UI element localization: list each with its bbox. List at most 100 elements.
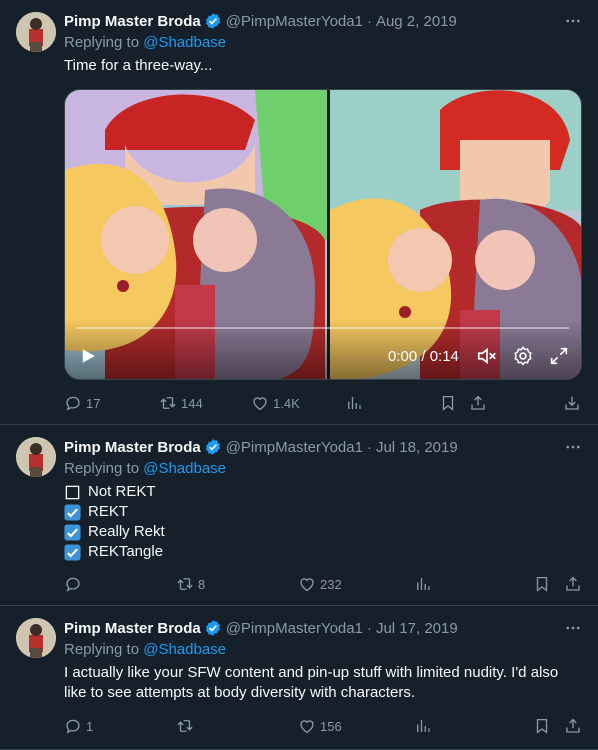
play-icon[interactable] xyxy=(79,347,97,365)
retweet-button[interactable]: 144 xyxy=(159,393,203,413)
reply-icon xyxy=(64,575,82,593)
reply-button[interactable]: 17 xyxy=(64,393,100,413)
reply-button[interactable]: 1 xyxy=(64,716,93,736)
like-button[interactable]: 232 xyxy=(298,574,342,594)
tweet-actions: 17 144 1.4K xyxy=(64,393,588,413)
retweet-count: 144 xyxy=(181,395,203,411)
views-button[interactable] xyxy=(414,716,432,736)
video-time: 0:00 / 0:14 xyxy=(388,348,459,365)
separator: · xyxy=(366,619,372,637)
share-button[interactable] xyxy=(564,716,582,736)
separator: · xyxy=(366,12,372,30)
views-button[interactable] xyxy=(414,574,432,594)
retweet-button[interactable] xyxy=(176,716,198,736)
tweet-actions: 8 232 xyxy=(64,574,588,594)
replying-prefix: Replying to xyxy=(64,460,144,477)
like-count: 1.4K xyxy=(273,395,300,411)
checklist-item: Really Rekt xyxy=(64,522,584,542)
tweet-actions: 1 156 xyxy=(64,716,588,736)
replying-to-link[interactable]: @Shadbase xyxy=(143,34,226,51)
separator: · xyxy=(366,438,372,456)
video-progress-bar[interactable] xyxy=(77,327,569,329)
replying-to: Replying to @Shadbase xyxy=(64,641,226,658)
more-icon[interactable] xyxy=(560,618,586,638)
like-icon xyxy=(298,717,316,735)
display-name[interactable]: Pimp Master Broda xyxy=(64,439,201,456)
checklist-item: Not REKT xyxy=(64,482,584,502)
download-icon xyxy=(563,394,581,412)
tweet-2[interactable]: Pimp Master Broda @PimpMasterYoda1 · Jul… xyxy=(0,425,598,606)
replying-to-link[interactable]: @Shadbase xyxy=(143,460,226,477)
settings-icon[interactable] xyxy=(512,345,534,367)
like-button[interactable]: 1.4K xyxy=(251,393,300,413)
display-name[interactable]: Pimp Master Broda xyxy=(64,13,201,30)
replying-to: Replying to @Shadbase xyxy=(64,34,226,51)
checked-box-icon xyxy=(64,543,81,561)
like-icon xyxy=(298,575,316,593)
retweet-icon xyxy=(176,717,194,735)
like-count: 156 xyxy=(320,718,342,734)
checklist-label: Not REKT xyxy=(88,483,156,500)
tweet-text: I actually like your SFW content and pin… xyxy=(64,664,559,701)
user-handle[interactable]: @PimpMasterYoda1 xyxy=(226,13,363,30)
views-icon xyxy=(414,575,432,593)
bookmark-icon xyxy=(439,394,457,412)
replying-prefix: Replying to xyxy=(64,641,144,658)
share-button[interactable] xyxy=(564,574,582,594)
share-button[interactable] xyxy=(469,393,487,413)
mute-icon[interactable] xyxy=(476,345,498,367)
tweet-header: Pimp Master Broda @PimpMasterYoda1 · Jul… xyxy=(64,437,458,457)
checked-box-icon xyxy=(64,503,81,521)
retweet-icon xyxy=(159,394,177,412)
checklist-item: REKTangle xyxy=(64,542,584,562)
checked-box-icon xyxy=(64,523,81,541)
bookmark-icon xyxy=(533,717,551,735)
verified-badge-icon xyxy=(205,439,220,455)
share-icon xyxy=(564,717,582,735)
bookmark-button[interactable] xyxy=(533,716,551,736)
video-controls: 0:00 / 0:14 xyxy=(65,319,581,379)
verified-badge-icon xyxy=(205,13,220,29)
checklist-item: REKT xyxy=(64,502,584,522)
avatar[interactable] xyxy=(16,12,56,52)
tweet-date[interactable]: Aug 2, 2019 xyxy=(376,13,457,30)
more-icon[interactable] xyxy=(560,437,586,457)
more-icon[interactable] xyxy=(560,11,586,31)
like-button[interactable]: 156 xyxy=(298,716,342,736)
checklist-label: REKT xyxy=(88,503,129,520)
video-player[interactable]: 0:00 / 0:14 xyxy=(64,89,582,380)
tweet-3[interactable]: Pimp Master Broda @PimpMasterYoda1 · Jul… xyxy=(0,606,598,750)
bookmark-button[interactable] xyxy=(439,393,457,413)
fullscreen-icon[interactable] xyxy=(548,345,570,367)
tweet-date[interactable]: Jul 17, 2019 xyxy=(376,620,458,637)
checklist-label: REKTangle xyxy=(88,543,164,560)
verified-badge-icon xyxy=(205,620,220,636)
tweet-1[interactable]: Pimp Master Broda @PimpMasterYoda1 · Aug… xyxy=(0,0,598,425)
views-button[interactable] xyxy=(345,393,363,413)
retweet-count: 8 xyxy=(198,576,206,592)
retweet-icon xyxy=(176,575,194,593)
reply-button[interactable] xyxy=(64,574,86,594)
reply-icon xyxy=(64,717,82,735)
like-count: 232 xyxy=(320,576,342,592)
avatar[interactable] xyxy=(16,437,56,477)
display-name[interactable]: Pimp Master Broda xyxy=(64,620,201,637)
like-icon xyxy=(251,394,269,412)
tweet-header: Pimp Master Broda @PimpMasterYoda1 · Jul… xyxy=(64,618,458,638)
user-handle[interactable]: @PimpMasterYoda1 xyxy=(226,620,363,637)
tweet-text: Time for a three-way... xyxy=(64,57,213,74)
bookmark-icon xyxy=(533,575,551,593)
download-button[interactable] xyxy=(563,393,581,413)
tweet-checklist: Not REKT REKT Really Rekt REKTangle xyxy=(64,482,584,562)
avatar[interactable] xyxy=(16,618,56,658)
user-handle[interactable]: @PimpMasterYoda1 xyxy=(226,439,363,456)
views-icon xyxy=(414,717,432,735)
reply-count: 1 xyxy=(86,718,94,734)
unchecked-box-icon xyxy=(65,485,80,499)
share-icon xyxy=(564,575,582,593)
bookmark-button[interactable] xyxy=(533,574,551,594)
views-icon xyxy=(345,394,363,412)
tweet-date[interactable]: Jul 18, 2019 xyxy=(376,439,458,456)
retweet-button[interactable]: 8 xyxy=(176,574,205,594)
replying-to-link[interactable]: @Shadbase xyxy=(143,641,226,658)
